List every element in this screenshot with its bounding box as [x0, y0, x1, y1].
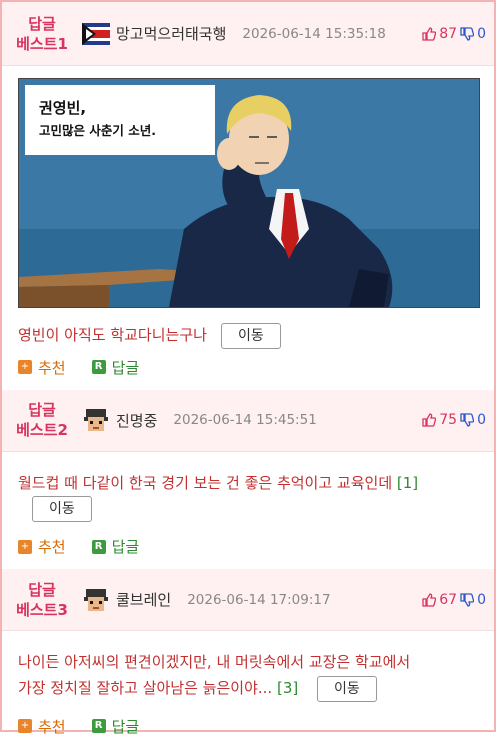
- downvote-count: 0: [477, 25, 486, 42]
- reply-actions: + 추천 R 답글: [2, 349, 494, 378]
- timestamp: 2026-06-14 17:09:17: [187, 591, 331, 608]
- reply-action[interactable]: R 답글: [91, 357, 140, 378]
- pixel-avatar-icon: [82, 406, 110, 434]
- reply-header: 답글 베스트2 진명중 2026-06-14 15:45:51 75 0: [2, 389, 494, 452]
- reply-icon: R: [91, 539, 106, 554]
- best-rank: 베스트3: [16, 600, 68, 619]
- reply-count[interactable]: [1]: [397, 474, 418, 492]
- reply-action[interactable]: R 답글: [91, 716, 140, 737]
- pixel-avatar-icon: [82, 586, 110, 614]
- thumbs-down-icon[interactable]: [460, 413, 475, 427]
- reply-icon: R: [91, 360, 106, 374]
- timestamp: 2026-06-14 15:45:51: [173, 412, 317, 428]
- reply-label: 답글: [111, 538, 140, 556]
- reply-header: 답글 베스트3 쿨브레인 2026-06-14 17:09:17 67 0: [2, 569, 494, 631]
- recommend-action[interactable]: + 추천: [18, 357, 66, 378]
- reply-count[interactable]: [3]: [277, 679, 298, 697]
- image-caption-line2: 고민많은 사춘기 소년.: [39, 123, 156, 138]
- reply-label: 답글: [111, 358, 140, 377]
- downvote-count: 0: [477, 412, 486, 428]
- timestamp: 2026-06-14 15:35:18: [242, 25, 386, 42]
- reply-content: 영빈이 아직도 학교다니는구나: [18, 326, 207, 344]
- best-rank: 베스트2: [16, 421, 68, 439]
- image-caption-line1: 권영빈,: [39, 99, 86, 117]
- reply-tag: 답글: [28, 14, 56, 33]
- best-rank-label: 답글 베스트1: [2, 14, 82, 54]
- reply-actions: + 추천 R 답글: [2, 702, 494, 737]
- recommend-label: 추천: [38, 538, 66, 556]
- move-button[interactable]: 이동: [317, 675, 377, 702]
- upvote-count: 67: [439, 591, 458, 608]
- vote-box: 75 0: [422, 412, 486, 428]
- reply-actions: + 추천 R 답글: [2, 522, 494, 557]
- thumbs-up-icon[interactable]: [422, 592, 437, 607]
- thumbs-up-icon[interactable]: [422, 413, 437, 427]
- nickname[interactable]: 쿨브레인: [116, 589, 171, 610]
- reply-header: 답글 베스트1 망고먹으러태국행 2026-06-14 15:35:18 87 …: [2, 2, 494, 66]
- recommend-label: 추천: [38, 717, 66, 736]
- reply-tag: 답글: [28, 580, 56, 599]
- reply-icon: R: [91, 719, 106, 733]
- upvote-count: 75: [439, 412, 458, 428]
- reply-content-line2: 가장 정치질 잘하고 살아남은 늙은이야...: [18, 679, 273, 697]
- downvote-count: 0: [477, 591, 486, 608]
- reply-text: 월드컵 때 다같이 한국 경기 보는 건 좋은 추억이고 교육인데 [1] 이동: [18, 470, 478, 522]
- upvote-count: 87: [439, 25, 458, 42]
- best-rank-label: 답글 베스트3: [2, 580, 82, 620]
- recommend-action[interactable]: + 추천: [18, 536, 66, 557]
- nickname[interactable]: 진명중: [116, 410, 157, 431]
- move-button[interactable]: 이동: [32, 496, 92, 522]
- best-rank-label: 답글 베스트2: [2, 400, 82, 440]
- recommend-label: 추천: [38, 358, 66, 377]
- reply-text: 영빈이 아직도 학교다니는구나 이동: [18, 322, 478, 349]
- nickname[interactable]: 망고먹으러태국행: [116, 23, 226, 44]
- recommend-action[interactable]: + 추천: [18, 716, 66, 737]
- reply-action[interactable]: R 답글: [91, 536, 140, 557]
- plus-icon: +: [18, 719, 32, 733]
- plus-icon: +: [18, 539, 32, 554]
- reply-image[interactable]: 권영빈, 고민많은 사춘기 소년.: [18, 78, 480, 308]
- best-rank: 베스트1: [16, 34, 68, 53]
- thumbs-down-icon[interactable]: [460, 592, 475, 607]
- thumbs-up-icon[interactable]: [422, 26, 437, 41]
- reply-text: 나이든 아저씨의 편견이겠지만, 내 머릿속에서 교장은 학교에서 가장 정치질…: [18, 649, 478, 702]
- reply-content-line1: 나이든 아저씨의 편견이겠지만, 내 머릿속에서 교장은 학교에서: [18, 653, 411, 671]
- flag-avatar-icon: [82, 20, 110, 48]
- vote-box: 67 0: [422, 592, 486, 608]
- reply-content: 월드컵 때 다같이 한국 경기 보는 건 좋은 추억이고 교육인데: [18, 473, 393, 492]
- reply-tag: 답글: [28, 401, 56, 419]
- vote-box: 87 0: [422, 26, 486, 42]
- move-button[interactable]: 이동: [220, 322, 281, 349]
- plus-icon: +: [18, 360, 32, 374]
- thumbs-down-icon[interactable]: [460, 26, 475, 41]
- best-replies-panel: 답글 베스트1 망고먹으러태국행 2026-06-14 15:35:18 87 …: [0, 0, 496, 736]
- reply-label: 답글: [111, 717, 140, 736]
